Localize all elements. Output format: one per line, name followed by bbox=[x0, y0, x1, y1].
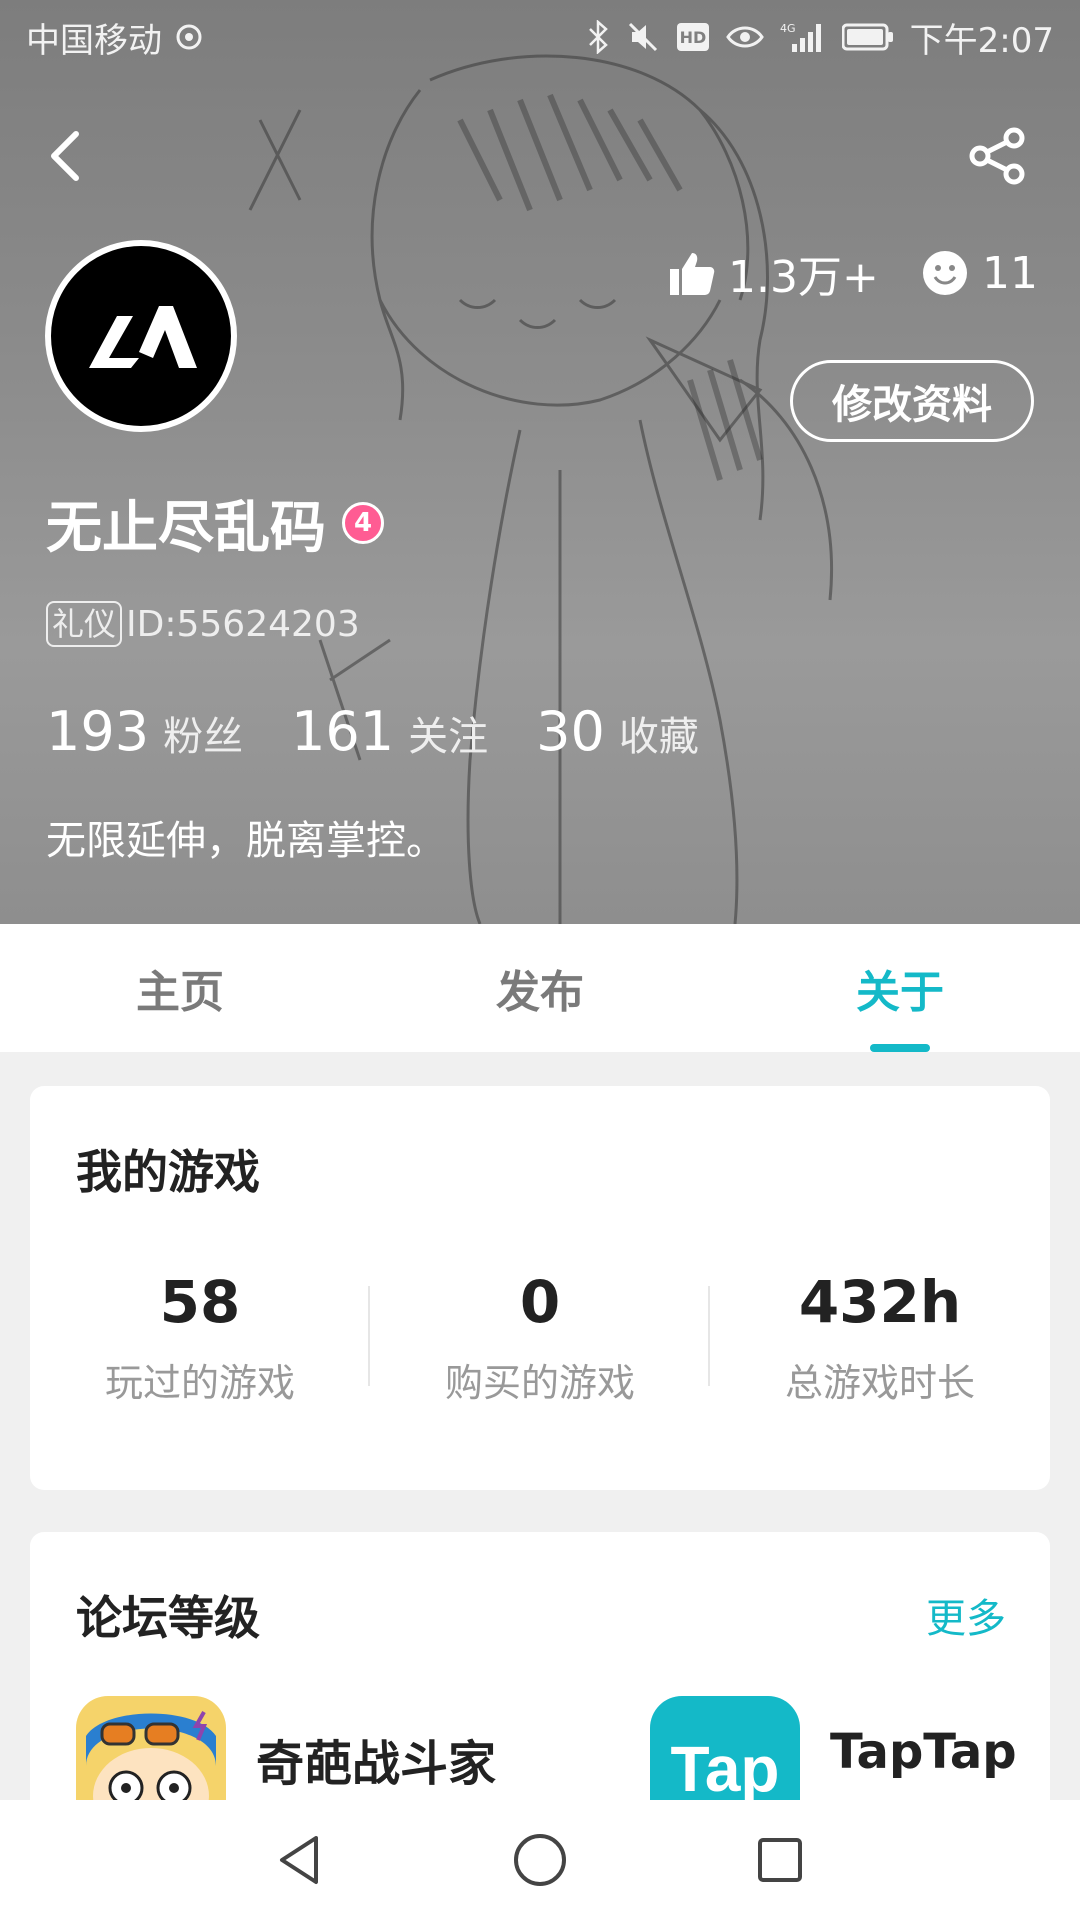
more-link[interactable]: 更多 bbox=[926, 1586, 1006, 1644]
edit-profile-button[interactable]: 修改资料 bbox=[790, 360, 1034, 442]
back-button[interactable] bbox=[42, 126, 90, 186]
forum-level-card: 论坛等级 更多 奇葩战斗家 Tap TapTap bbox=[30, 1532, 1050, 1832]
follow-stats: 193 粉丝 161 关注 30 收藏 bbox=[46, 700, 747, 763]
followers-count: 193 bbox=[46, 700, 150, 763]
profile-header: 中国移动 HD 4G 下午2:07 1.3万+ 11 修改资料 无止尽乱码 4 … bbox=[0, 0, 1080, 924]
time-label: 下午2:07 bbox=[909, 20, 1054, 61]
played-games-label: 玩过的游戏 bbox=[104, 1361, 295, 1405]
svg-text:4G: 4G bbox=[780, 22, 796, 35]
etiquette-tag[interactable]: 礼仪 bbox=[46, 601, 123, 647]
nav-back-button[interactable] bbox=[270, 1830, 330, 1890]
likes-stat: 1.3万+ bbox=[668, 242, 879, 304]
bio: 无限延伸，脱离掌控。 bbox=[46, 818, 446, 864]
following-count: 161 bbox=[291, 700, 395, 763]
purchased-games-value: 0 bbox=[519, 1268, 561, 1336]
followers-label: 粉丝 bbox=[163, 714, 244, 760]
face-count: 11 bbox=[982, 247, 1038, 299]
nav-home-button[interactable] bbox=[510, 1830, 570, 1890]
tab-about[interactable]: 关于 bbox=[720, 924, 1080, 1052]
my-games-card: 我的游戏 58 玩过的游戏 0 购买的游戏 432h 总游戏时长 bbox=[30, 1086, 1050, 1490]
tab-about-label: 关于 bbox=[856, 967, 944, 1018]
played-games-stat[interactable]: 58 玩过的游戏 bbox=[30, 1266, 370, 1426]
battery-icon bbox=[841, 23, 894, 51]
favorites-stat[interactable]: 30 收藏 bbox=[536, 700, 699, 763]
tab-home[interactable]: 主页 bbox=[0, 924, 360, 1052]
bluetooth-icon bbox=[586, 20, 610, 54]
purchased-games-label: 购买的游戏 bbox=[444, 1361, 635, 1405]
playtime-label: 总游戏时长 bbox=[784, 1361, 975, 1405]
hd-icon: HD bbox=[676, 22, 710, 52]
face-stat: 11 bbox=[922, 242, 1038, 304]
purchased-games-stat[interactable]: 0 购买的游戏 bbox=[370, 1266, 710, 1426]
playtime-stat[interactable]: 432h 总游戏时长 bbox=[710, 1266, 1050, 1426]
thumbs-up-icon bbox=[670, 253, 715, 295]
followers-stat[interactable]: 193 粉丝 bbox=[46, 700, 243, 763]
svg-text:HD: HD bbox=[679, 28, 706, 47]
following-stat[interactable]: 161 关注 bbox=[291, 700, 488, 763]
share-icon bbox=[969, 127, 1025, 185]
system-nav-bar bbox=[0, 1800, 1080, 1920]
profile-background-sketch bbox=[248, 54, 834, 924]
forum-item-name: TapTap bbox=[830, 1724, 1017, 1780]
user-id: ID:55624203 bbox=[126, 603, 360, 645]
smiley-face-icon bbox=[923, 251, 967, 295]
recents-square-icon bbox=[758, 1838, 802, 1882]
carrier-label: 中国移动 bbox=[26, 20, 162, 61]
signal-icon: 4G bbox=[780, 20, 826, 54]
share-button[interactable] bbox=[966, 124, 1030, 188]
avatar-logo-icon bbox=[89, 306, 197, 368]
tab-posts[interactable]: 发布 bbox=[360, 924, 720, 1052]
mute-icon bbox=[626, 20, 660, 54]
username: 无止尽乱码 bbox=[46, 495, 326, 561]
back-triangle-icon bbox=[280, 1836, 318, 1884]
active-tab-indicator bbox=[870, 1044, 930, 1052]
chevron-left-icon bbox=[51, 131, 79, 181]
forum-level-title: 论坛等级 bbox=[76, 1591, 260, 1645]
forum-item-name: 奇葩战斗家 bbox=[256, 1736, 497, 1792]
status-bar: 中国移动 HD 4G 下午2:07 bbox=[0, 0, 1080, 74]
likes-count: 1.3万+ bbox=[728, 252, 879, 303]
user-id-row: 礼仪 ID:55624203 bbox=[46, 600, 360, 648]
home-circle-icon bbox=[514, 1834, 566, 1886]
taptap-icon-text: Tap bbox=[670, 1733, 780, 1805]
following-label: 关注 bbox=[408, 714, 489, 760]
hotspot-icon bbox=[174, 22, 204, 52]
profile-tabs: 主页 发布 关于 bbox=[0, 924, 1080, 1052]
game-stats: 58 玩过的游戏 0 购买的游戏 432h 总游戏时长 bbox=[30, 1266, 1050, 1426]
avatar[interactable] bbox=[45, 240, 237, 432]
my-games-title: 我的游戏 bbox=[76, 1145, 260, 1199]
favorites-label: 收藏 bbox=[618, 714, 699, 760]
level-badge[interactable]: 4 bbox=[342, 502, 384, 544]
playtime-value: 432h bbox=[798, 1268, 962, 1336]
favorites-count: 30 bbox=[536, 700, 605, 763]
username-row: 无止尽乱码 4 bbox=[46, 488, 384, 561]
eye-comfort-icon bbox=[725, 23, 764, 51]
nav-recents-button[interactable] bbox=[750, 1830, 810, 1890]
played-games-value: 58 bbox=[159, 1268, 241, 1336]
